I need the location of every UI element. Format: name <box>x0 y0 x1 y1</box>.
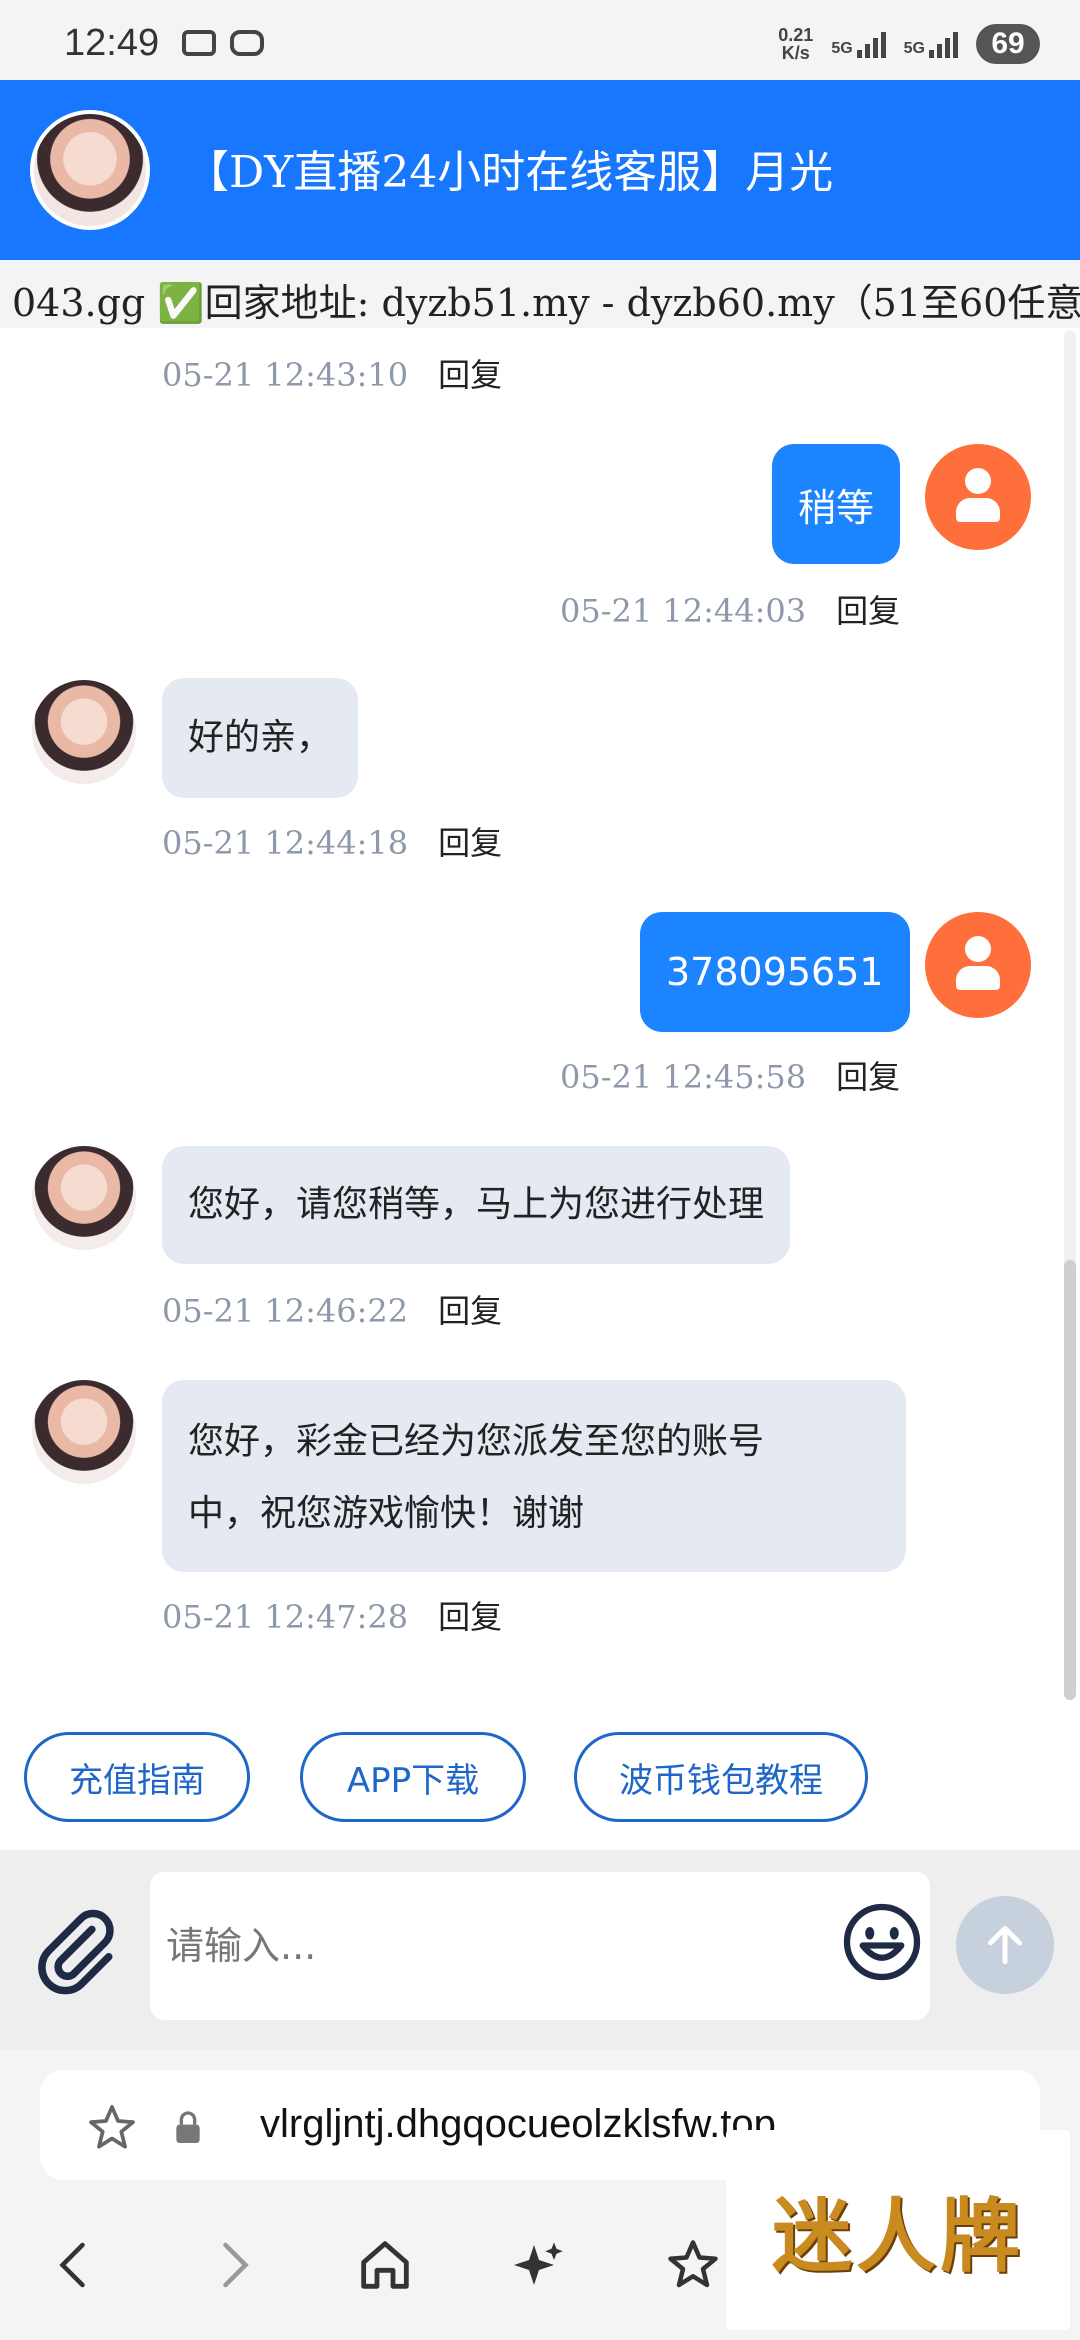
message-time: 05-21 12:47:28 <box>162 1598 409 1636</box>
message-time: 05-21 12:43:10 <box>162 356 409 394</box>
reply-link[interactable]: 回复 <box>438 824 502 862</box>
lock-icon <box>176 2111 200 2143</box>
chevron-right-icon <box>223 2242 249 2288</box>
message-time: 05-21 12:44:03 <box>560 592 807 630</box>
battery-icon: 69 <box>976 24 1040 64</box>
send-button[interactable] <box>956 1896 1054 1994</box>
reply-link[interactable]: 回复 <box>836 592 900 630</box>
screenshot-icon <box>182 30 216 56</box>
message-meta: 05-21 12:46:22 回复 <box>162 1286 502 1332</box>
battery-level: 69 <box>991 27 1025 60</box>
agent-message-bubble[interactable]: 好的亲， <box>162 678 359 798</box>
network-speed-value: 0.21 <box>778 25 814 45</box>
home-icon <box>361 2241 409 2289</box>
forward-button[interactable] <box>188 2220 278 2310</box>
message-time: 05-21 12:44:18 <box>162 824 409 862</box>
chat-header: 【DY直播24小时在线客服】月光 <box>0 80 1080 260</box>
sim2-label: 5G <box>903 40 925 57</box>
message-text: 您好，请您稍等，马上为您进行处理 <box>188 1184 765 1225</box>
user-message-bubble[interactable]: 稍等 <box>772 444 901 564</box>
user-avatar-icon <box>925 912 1031 1018</box>
message-meta: 05-21 12:44:18 回复 <box>162 818 502 864</box>
status-time: 12:49 <box>64 22 160 64</box>
reply-link[interactable]: 回复 <box>836 1058 900 1096</box>
message-text-line: 您好，彩金已经为您派发至您的账号 <box>188 1421 765 1462</box>
chevron-left-icon <box>59 2242 85 2288</box>
back-button[interactable] <box>30 2220 120 2310</box>
star-icon[interactable] <box>84 2100 140 2156</box>
star-list-icon <box>668 2240 718 2288</box>
quick-button-wallet-tutorial[interactable]: 波币钱包教程 <box>574 1732 868 1822</box>
home-button[interactable] <box>340 2220 430 2310</box>
scrollbar-thumb[interactable] <box>1064 1260 1076 1700</box>
signal-bars-icon <box>856 30 886 58</box>
url-text: vlrgljntj.dhgqocueolzklsfw.top <box>260 2102 776 2146</box>
bookmarks-button[interactable] <box>648 2220 738 2310</box>
watermark-logo: 迷人牌 <box>726 2130 1070 2330</box>
message-text-line: 中，祝您游戏愉快！谢谢 <box>188 1493 585 1534</box>
paperclip-icon[interactable] <box>30 1905 120 1995</box>
message-text: 稍等 <box>798 485 875 530</box>
message-meta: 05-21 12:45:58 回复 <box>560 1052 900 1098</box>
message-text: 378095651 <box>666 950 884 994</box>
message-list[interactable]: 05-21 12:43:10 回复 稍等 05-21 12:44:03 回复 好的亲… <box>0 328 1080 1700</box>
reply-link[interactable]: 回复 <box>438 1598 502 1636</box>
agent-avatar[interactable] <box>30 110 150 230</box>
message-text: 好的亲， <box>188 717 333 758</box>
smile-icon[interactable] <box>840 1900 924 1984</box>
ai-assistant-button[interactable] <box>494 2220 584 2310</box>
message-time: 05-21 12:45:58 <box>560 1058 807 1096</box>
arrow-up-icon <box>987 1925 1023 1965</box>
network-speed: 0.21 K/s <box>778 26 813 62</box>
reply-link[interactable]: 回复 <box>438 1292 502 1330</box>
message-input[interactable] <box>150 1872 930 2020</box>
user-avatar-icon <box>925 444 1031 550</box>
reply-link[interactable]: 回复 <box>438 356 502 394</box>
watermark-text: 迷人牌 <box>772 2189 1024 2283</box>
voicemail-icon <box>230 30 264 56</box>
agent-message-bubble[interactable]: 您好，彩金已经为您派发至您的账号 中，祝您游戏愉快！谢谢 <box>162 1380 906 1572</box>
chat-title: 【DY直播24小时在线客服】月光 <box>185 147 834 198</box>
message-time: 05-21 12:46:22 <box>162 1292 409 1330</box>
message-meta: 05-21 12:47:28 回复 <box>162 1592 502 1638</box>
message-meta: 05-21 12:44:03 回复 <box>560 586 900 632</box>
ticker-text: 043.gg ✅回家地址: dyzb51.my - dyzb60.my（51至6… <box>12 281 1080 325</box>
agent-message-bubble[interactable]: 您好，请您稍等，马上为您进行处理 <box>162 1146 791 1264</box>
signal-sim1: 5G <box>831 30 886 58</box>
sparkle-icon <box>514 2242 563 2285</box>
agent-avatar <box>32 1146 136 1250</box>
quick-actions: 充值指南 APP下载 波币钱包教程 <box>0 1700 1080 1850</box>
composer <box>0 1850 1080 2050</box>
message-meta: 05-21 12:43:10 回复 <box>162 350 502 396</box>
announcement-ticker: 043.gg ✅回家地址: dyzb51.my - dyzb60.my（51至6… <box>0 260 1080 328</box>
quick-button-recharge-guide[interactable]: 充值指南 <box>24 1732 250 1822</box>
status-bar: 12:49 0.21 K/s 5G 5G 69 <box>0 0 1080 80</box>
sim1-label: 5G <box>831 40 853 57</box>
agent-avatar <box>32 1380 136 1484</box>
quick-button-app-download[interactable]: APP下载 <box>300 1732 526 1822</box>
signal-sim2: 5G <box>904 30 958 58</box>
status-indicators: 0.21 K/s 5G 5G 69 <box>778 24 1040 64</box>
network-speed-unit: K/s <box>781 43 810 63</box>
user-message-bubble[interactable]: 378095651 <box>640 912 910 1032</box>
agent-avatar <box>32 680 136 784</box>
signal-bars-icon <box>929 30 958 58</box>
